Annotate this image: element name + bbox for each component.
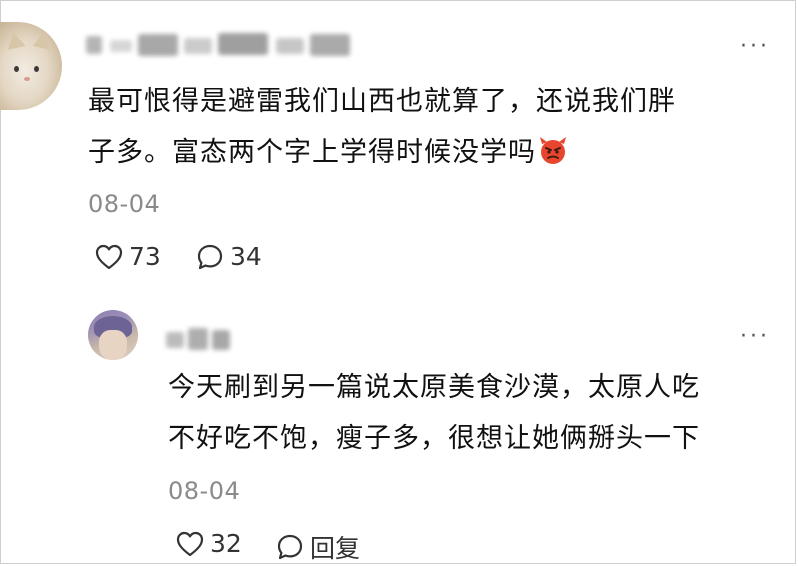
comment-date: 08-04: [88, 190, 161, 218]
comment-reply-count-button[interactable]: 34: [196, 242, 262, 271]
comment-reply-count: 34: [230, 242, 262, 271]
reply-more-options-icon[interactable]: ···: [740, 326, 770, 348]
comment-text-line-2: 子多。富态两个字上学得时候没学吗: [88, 127, 778, 178]
comment-text: 最可恨得是避雷我们山西也就算了，还说我们胖 子多。富态两个字上学得时候没学吗: [88, 76, 778, 178]
reply-reply-button[interactable]: 回复: [276, 529, 360, 565]
reply-button-label: 回复: [310, 534, 361, 563]
chat-bubble-icon: [197, 244, 223, 269]
chat-bubble-icon: [277, 534, 303, 560]
comment-more-options-icon[interactable]: ···: [740, 36, 770, 58]
heart-icon: [176, 531, 204, 556]
reply-like-count: 32: [210, 529, 242, 558]
reply-text-line-1: 今天刷到另一篇说太原美食沙漠，太原人吃: [168, 372, 700, 403]
reply-text-line-2: 不好吃不饱，瘦子多，很想让她俩掰头一下: [168, 423, 700, 454]
comment-text-line-1: 最可恨得是避雷我们山西也就算了，还说我们胖: [88, 86, 676, 117]
heart-icon: [95, 244, 123, 269]
replier-username-blurred[interactable]: [166, 326, 236, 352]
reply-text: 今天刷到另一篇说太原美食沙漠，太原人吃 不好吃不饱，瘦子多，很想让她俩掰头一下: [168, 362, 778, 464]
comment-like-button[interactable]: 73: [95, 242, 161, 271]
replier-avatar[interactable]: [88, 310, 138, 360]
reply-date: 08-04: [168, 477, 241, 505]
commenter-username-blurred[interactable]: [86, 30, 366, 58]
comment-like-count: 73: [129, 242, 161, 271]
reply-like-button[interactable]: 32: [176, 529, 242, 558]
angry-devil-emoji-icon: [540, 136, 566, 164]
